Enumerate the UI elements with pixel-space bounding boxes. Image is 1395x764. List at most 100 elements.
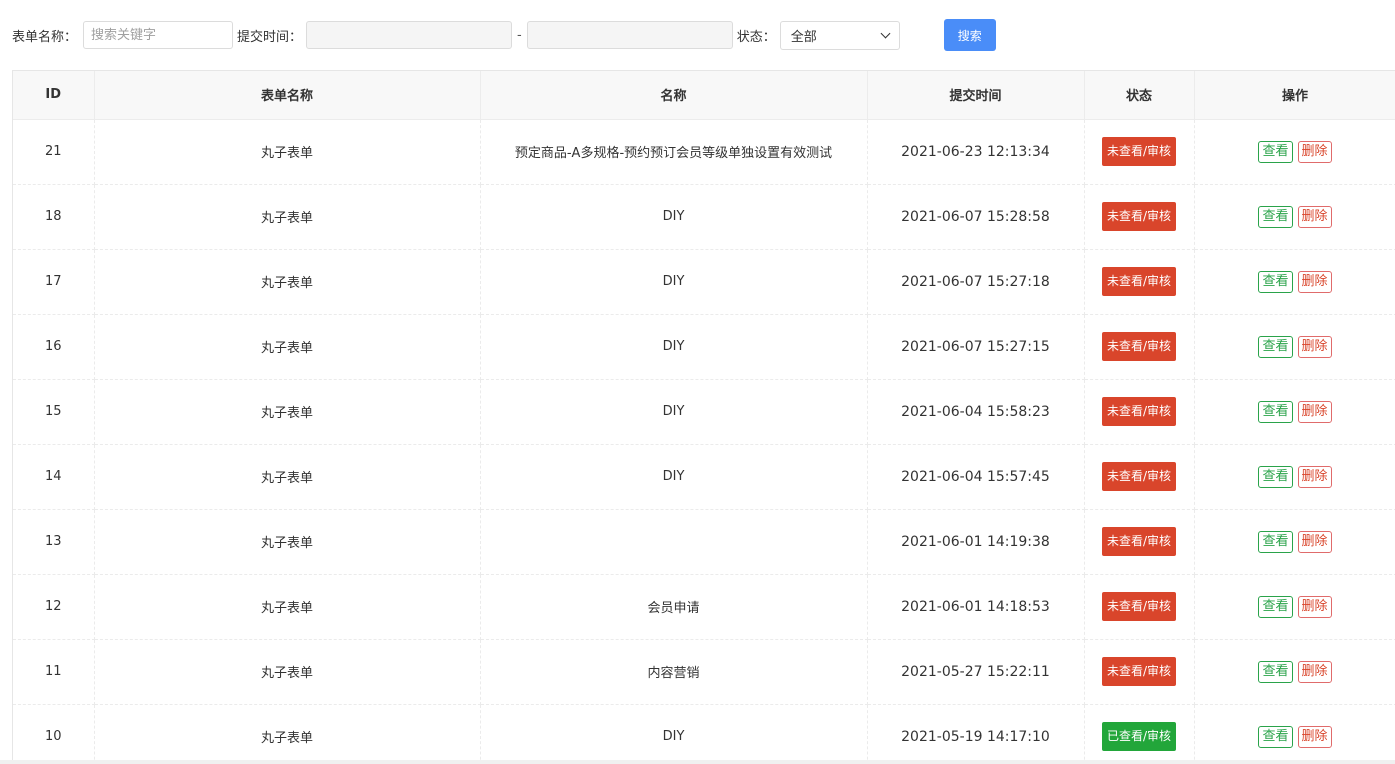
header-status: 状态 xyxy=(1084,71,1195,120)
status-select[interactable]: 全部 xyxy=(779,20,900,50)
cell-actions: 查看 删除 xyxy=(1194,639,1395,705)
cell-name: DIY xyxy=(480,314,868,380)
cell-id: 18 xyxy=(13,184,95,250)
table-row: 15 丸子表单 DIY 2021-06-04 15:58:23 未查看/审核 查… xyxy=(13,379,1395,445)
cell-actions: 查看 删除 xyxy=(1194,184,1395,250)
cell-actions: 查看 删除 xyxy=(1194,444,1395,510)
cell-name: DIY xyxy=(480,444,868,510)
delete-button[interactable]: 删除 xyxy=(1297,335,1332,358)
cell-form-name: 丸子表单 xyxy=(94,509,481,575)
status-badge[interactable]: 已查看/审核 xyxy=(1101,722,1177,751)
table-header-row: ID 表单名称 名称 提交时间 状态 操作 xyxy=(13,71,1395,120)
cell-form-name: 丸子表单 xyxy=(94,249,481,315)
view-button[interactable]: 查看 xyxy=(1258,270,1293,293)
filter-bar: 表单名称： 提交时间： - 状态： 全部 搜索 xyxy=(0,19,996,51)
cell-name: DIY xyxy=(480,704,868,761)
cell-actions: 查看 删除 xyxy=(1194,379,1395,445)
cell-status: 未查看/审核 xyxy=(1084,249,1195,315)
cell-id: 21 xyxy=(13,119,95,185)
view-button[interactable]: 查看 xyxy=(1258,400,1293,423)
cell-name xyxy=(480,509,868,575)
view-button[interactable]: 查看 xyxy=(1258,530,1293,553)
table-row: 11 丸子表单 内容营销 2021-05-27 15:22:11 未查看/审核 … xyxy=(13,639,1395,705)
cell-submit-time: 2021-05-19 14:17:10 xyxy=(867,704,1085,761)
cell-id: 17 xyxy=(13,249,95,315)
delete-button[interactable]: 删除 xyxy=(1297,530,1332,553)
delete-button[interactable]: 删除 xyxy=(1297,725,1332,748)
cell-form-name: 丸子表单 xyxy=(94,574,481,640)
cell-name: DIY xyxy=(480,379,868,445)
status-badge[interactable]: 未查看/审核 xyxy=(1101,592,1177,621)
status-badge[interactable]: 未查看/审核 xyxy=(1101,397,1177,426)
date-separator: - xyxy=(517,27,522,43)
table-row: 13 丸子表单 2021-06-01 14:19:38 未查看/审核 查看 删除 xyxy=(13,509,1395,575)
view-button[interactable]: 查看 xyxy=(1258,205,1293,228)
delete-button[interactable]: 删除 xyxy=(1297,660,1332,683)
cell-status: 未查看/审核 xyxy=(1084,639,1195,705)
table-row: 14 丸子表单 DIY 2021-06-04 15:57:45 未查看/审核 查… xyxy=(13,444,1395,510)
cell-id: 16 xyxy=(13,314,95,380)
view-button[interactable]: 查看 xyxy=(1258,660,1293,683)
chevron-down-icon xyxy=(880,28,891,38)
search-input[interactable] xyxy=(83,21,234,49)
status-badge[interactable]: 未查看/审核 xyxy=(1101,202,1177,231)
cell-form-name: 丸子表单 xyxy=(94,704,481,761)
cell-status: 未查看/审核 xyxy=(1084,574,1195,640)
cell-actions: 查看 删除 xyxy=(1194,314,1395,380)
cell-status: 未查看/审核 xyxy=(1084,379,1195,445)
delete-button[interactable]: 删除 xyxy=(1297,465,1332,488)
cell-status: 未查看/审核 xyxy=(1084,314,1195,380)
cell-id: 10 xyxy=(13,704,95,761)
cell-submit-time: 2021-05-27 15:22:11 xyxy=(867,639,1085,705)
header-form-name: 表单名称 xyxy=(94,71,481,120)
cell-actions: 查看 删除 xyxy=(1194,704,1395,761)
cell-name: 内容营销 xyxy=(480,639,868,705)
view-button[interactable]: 查看 xyxy=(1258,595,1293,618)
cell-actions: 查看 删除 xyxy=(1194,249,1395,315)
cell-form-name: 丸子表单 xyxy=(94,639,481,705)
cell-submit-time: 2021-06-01 14:19:38 xyxy=(867,509,1085,575)
delete-button[interactable]: 删除 xyxy=(1297,595,1332,618)
cell-id: 13 xyxy=(13,509,95,575)
cell-status: 未查看/审核 xyxy=(1084,444,1195,510)
view-button[interactable]: 查看 xyxy=(1258,725,1293,748)
view-button[interactable]: 查看 xyxy=(1258,140,1293,163)
delete-button[interactable]: 删除 xyxy=(1297,205,1332,228)
date-end-input[interactable] xyxy=(526,21,733,49)
search-button[interactable]: 搜索 xyxy=(943,19,996,51)
status-badge[interactable]: 未查看/审核 xyxy=(1101,527,1177,556)
cell-status: 已查看/审核 xyxy=(1084,704,1195,761)
status-badge[interactable]: 未查看/审核 xyxy=(1101,332,1177,361)
status-badge[interactable]: 未查看/审核 xyxy=(1101,137,1177,166)
status-select-value: 全部 xyxy=(790,29,817,45)
cell-form-name: 丸子表单 xyxy=(94,119,481,185)
cell-form-name: 丸子表单 xyxy=(94,184,481,250)
cell-actions: 查看 删除 xyxy=(1194,574,1395,640)
cell-submit-time: 2021-06-07 15:28:58 xyxy=(867,184,1085,250)
cell-name: 会员申请 xyxy=(480,574,868,640)
delete-button[interactable]: 删除 xyxy=(1297,400,1332,423)
delete-button[interactable]: 删除 xyxy=(1297,140,1332,163)
cell-submit-time: 2021-06-01 14:18:53 xyxy=(867,574,1085,640)
view-button[interactable]: 查看 xyxy=(1258,335,1293,358)
bottom-strip xyxy=(0,760,1395,764)
header-actions: 操作 xyxy=(1194,71,1395,120)
cell-submit-time: 2021-06-07 15:27:18 xyxy=(867,249,1085,315)
status-badge[interactable]: 未查看/审核 xyxy=(1101,267,1177,296)
table-row: 17 丸子表单 DIY 2021-06-07 15:27:18 未查看/审核 查… xyxy=(13,249,1395,315)
cell-id: 11 xyxy=(13,639,95,705)
view-button[interactable]: 查看 xyxy=(1258,465,1293,488)
table-row: 18 丸子表单 DIY 2021-06-07 15:28:58 未查看/审核 查… xyxy=(13,184,1395,250)
cell-form-name: 丸子表单 xyxy=(94,379,481,445)
date-start-input[interactable] xyxy=(306,21,513,49)
status-badge[interactable]: 未查看/审核 xyxy=(1101,462,1177,491)
cell-submit-time: 2021-06-07 15:27:15 xyxy=(867,314,1085,380)
form-name-label: 表单名称： xyxy=(12,29,78,45)
cell-id: 15 xyxy=(13,379,95,445)
cell-submit-time: 2021-06-23 12:13:34 xyxy=(867,119,1085,185)
table-row: 12 丸子表单 会员申请 2021-06-01 14:18:53 未查看/审核 … xyxy=(13,574,1395,640)
table-row: 16 丸子表单 DIY 2021-06-07 15:27:15 未查看/审核 查… xyxy=(13,314,1395,380)
cell-name: DIY xyxy=(480,184,868,250)
status-badge[interactable]: 未查看/审核 xyxy=(1101,657,1177,686)
delete-button[interactable]: 删除 xyxy=(1297,270,1332,293)
